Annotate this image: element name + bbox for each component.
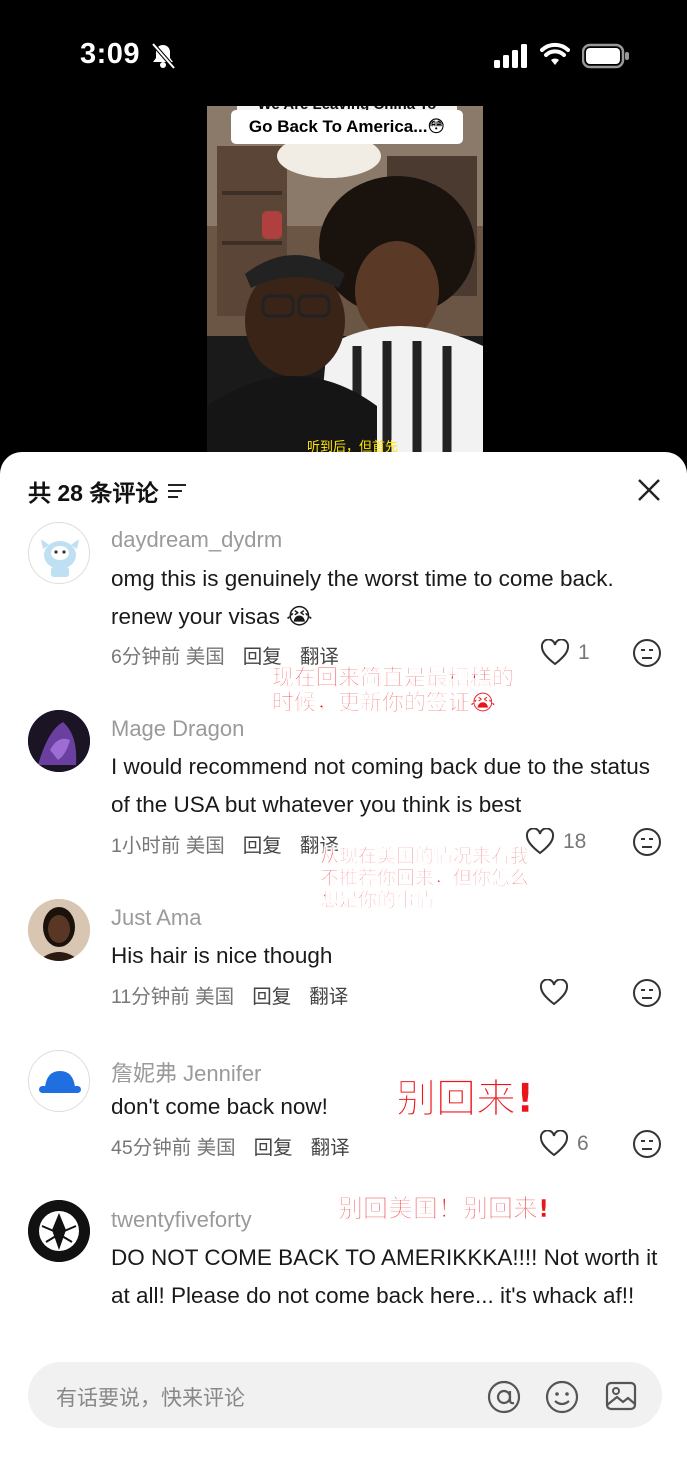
heart-icon [539,1130,569,1157]
image-icon[interactable] [604,1379,638,1413]
comment-text: omg this is genuinely the worst time to … [111,566,614,629]
battery-icon [582,43,629,69]
comment-meta: 45分钟前 美国 回复 翻译 [111,1131,350,1160]
heart-icon [525,828,555,855]
translate-button[interactable]: 翻译 [311,1131,350,1160]
status-time: 3:09 [80,38,141,70]
reply-button[interactable]: 回复 [252,980,291,1009]
comment-input-bar[interactable]: 有话要说，快来评论 [28,1362,662,1428]
like-button[interactable] [539,979,577,1006]
comment-meta: 11分钟前 美国 回复 翻译 [111,980,348,1009]
comment-location: 美国 [185,835,225,857]
reply-button[interactable]: 回复 [243,829,282,858]
comment-input[interactable]: 有话要说，快来评论 [56,1382,245,1412]
avatar[interactable] [28,1050,90,1112]
annotation-note-1: 现在回来简直是最糟糕的 时候，更新你的签证😭 [272,666,515,717]
comment-time: 1小时前 [111,835,181,857]
dislike-face-icon[interactable] [632,978,662,1008]
like-button[interactable]: 1 [540,639,590,666]
wifi-icon [540,42,570,65]
heart-icon [539,979,569,1006]
comment-username[interactable]: daydream_dydrm [111,527,282,553]
comment-username[interactable]: Mage Dragon [111,716,244,742]
annotation-line: 现在回来简直是最糟糕的 [272,666,515,692]
comment-text: I would recommend not coming back due to… [111,754,651,817]
dislike-face-icon[interactable] [632,1129,662,1159]
like-count: 18 [563,829,587,853]
comment-text: don't come back now! [111,1094,328,1119]
like-count: 1 [578,640,590,664]
video-subtitle: 听到后，但首先 [307,439,399,452]
comment-username[interactable]: twentyfiveforty [111,1207,252,1233]
close-icon[interactable] [637,478,661,502]
annotation-line: 时候，更新你的签证😭 [272,691,496,717]
video-frame [207,106,483,452]
comment-meta: 1小时前 美国 回复 翻译 [111,829,339,858]
heart-icon [540,639,570,666]
comment-time: 11分钟前 [111,986,190,1008]
avatar[interactable] [28,899,90,961]
signal-icon [494,44,527,68]
comment-username[interactable]: Just Ama [111,905,201,931]
translate-button[interactable]: 翻译 [309,980,348,1009]
comment-username[interactable]: 詹妮弗 Jennifer [111,1056,261,1088]
dislike-face-icon[interactable] [632,827,662,857]
annotation-note-4: 别回美国！别回来! [338,1194,550,1223]
at-icon[interactable] [486,1379,522,1415]
emoji-icon[interactable] [544,1379,580,1415]
comment-meta: 6分钟前 美国 回复 翻译 [111,640,339,669]
comment-location: 美国 [185,646,225,668]
comment-time: 45分钟前 [111,1137,192,1159]
annotation-note-2: 从现在美国的情况来看我 不推荐你回来，但你怎么 想是你的事情 [320,845,530,912]
dislike-face-icon[interactable] [632,638,662,668]
like-button[interactable]: 6 [539,1130,589,1157]
avatar[interactable] [28,522,90,584]
like-button[interactable]: 18 [525,828,586,855]
comments-sheet: 共 28 条评论 daydream_dydrm omg this is genu… [0,452,687,1464]
annotation-note-3: 别回来! [396,1076,535,1123]
annotation-line: 想是你的事情 [320,888,435,911]
like-count: 6 [577,1131,589,1155]
bell-slash-icon [151,42,176,70]
comment-text: His hair is nice though [111,943,333,968]
filter-icon[interactable] [166,481,188,501]
annotation-line: 从现在美国的情况来看我 [320,845,530,867]
video-player[interactable]: We Are Leaving China To Go Back To Ameri… [207,106,483,452]
video-caption: Go Back To America...😳 [231,110,463,144]
comments-count: 共 28 条评论 [28,480,159,506]
comments-header: 共 28 条评论 [28,474,188,508]
translate-button[interactable]: 翻译 [300,640,339,669]
reply-button[interactable]: 回复 [254,1131,293,1160]
avatar[interactable] [28,1200,90,1262]
annotation-line: 不推荐你回来，但你怎么 [320,866,530,889]
comment-time: 6分钟前 [111,646,181,668]
comment-text: DO NOT COME BACK TO AMERIKKKA!!!! Not wo… [111,1245,658,1308]
comment-location: 美国 [195,986,235,1008]
reply-button[interactable]: 回复 [243,640,282,669]
avatar[interactable] [28,710,90,772]
comment-location: 美国 [196,1137,236,1159]
status-bar: 3:09 [0,0,687,100]
